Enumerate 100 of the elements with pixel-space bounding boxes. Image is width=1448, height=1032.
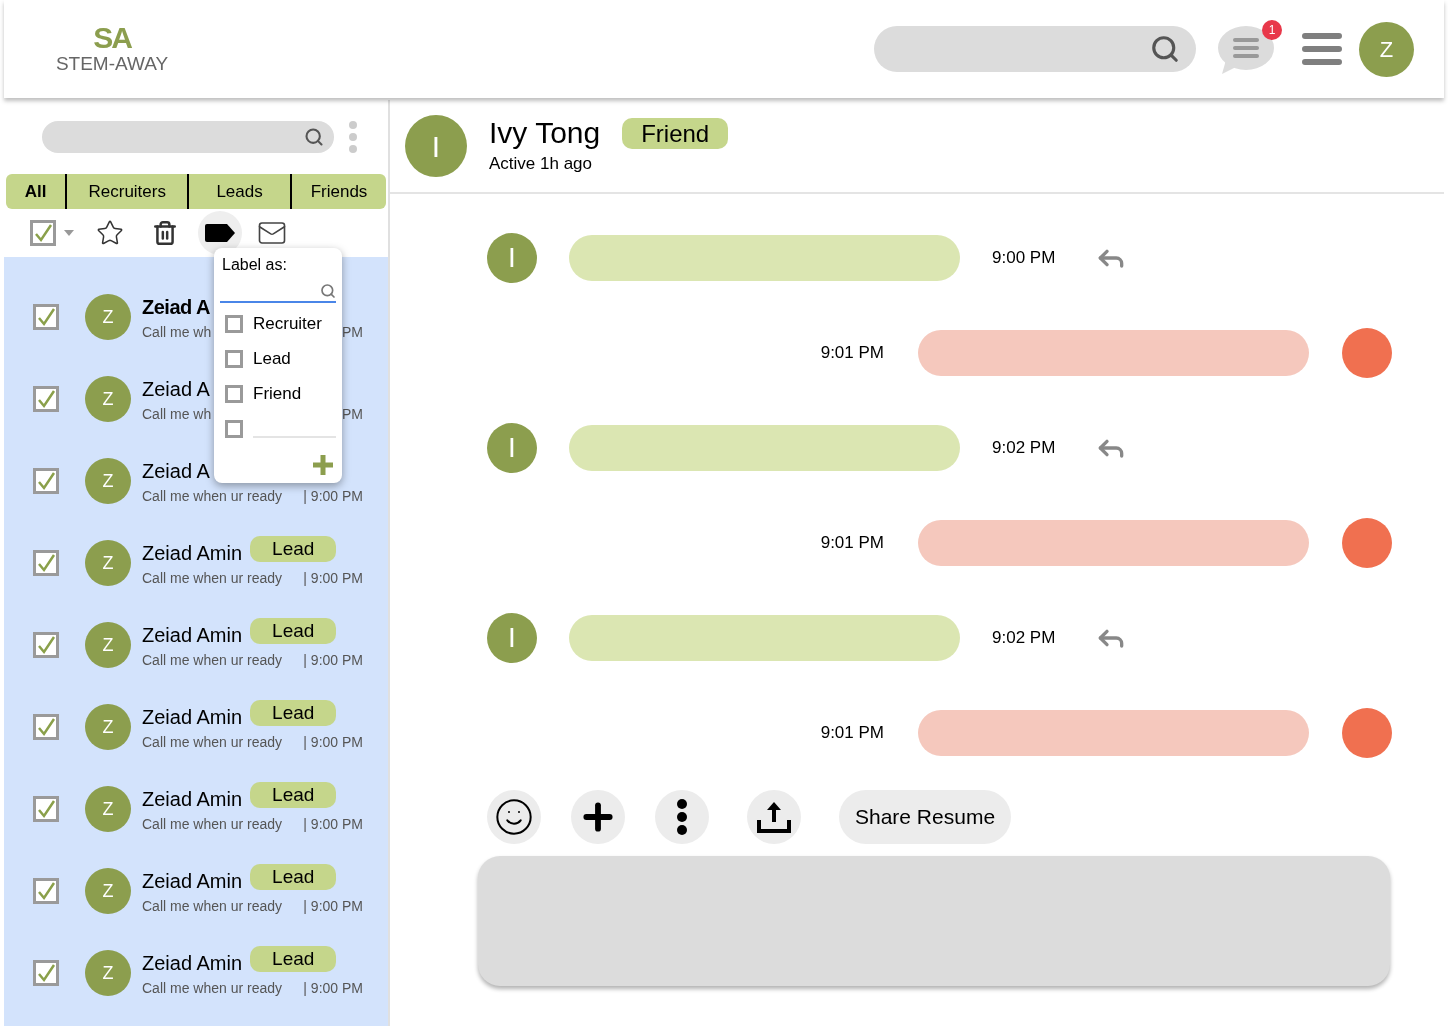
message-time: | 9:00 PM	[303, 896, 363, 916]
label-tag: Lead	[250, 945, 337, 972]
label-tag: Lead	[250, 863, 337, 890]
contact-name: Zeiad A	[142, 376, 210, 402]
filter-tab[interactable]: Recruiters	[65, 174, 188, 209]
contact-name: Zeiad A	[142, 458, 210, 484]
filter-tab[interactable]: Leads	[187, 174, 290, 209]
add-button[interactable]	[571, 790, 625, 844]
contact-name: Zeiad Amin	[142, 540, 243, 566]
message-preview: Call me wh	[142, 404, 212, 424]
conversation-search-field[interactable]	[42, 121, 334, 153]
user-avatar	[1342, 518, 1392, 568]
message-time: | 9:00 PM	[303, 568, 363, 588]
checkbox[interactable]	[33, 632, 59, 658]
more-button[interactable]	[655, 790, 709, 844]
more-icon	[676, 798, 688, 836]
avatar: Z	[85, 704, 131, 750]
checkbox[interactable]	[33, 468, 59, 494]
active-status: Active 1h ago	[489, 153, 593, 176]
message-time: 9:01 PM	[820, 342, 884, 365]
checkbox[interactable]	[30, 220, 56, 246]
label-tag: Lead	[250, 781, 337, 808]
message-time: 9:00 PM	[992, 247, 1056, 270]
contact-name: Zeiad Amin	[142, 704, 243, 730]
message-preview: Call me when ur ready	[142, 650, 283, 670]
checkbox[interactable]	[33, 304, 59, 330]
label-button[interactable]	[198, 211, 242, 255]
contact-name: Zeiad A	[142, 294, 210, 320]
avatar: Z	[85, 376, 131, 422]
chat-icon[interactable]	[1218, 24, 1276, 74]
label-option[interactable]: Recruiter	[253, 311, 322, 337]
checkbox[interactable]	[33, 878, 59, 904]
upload-icon	[756, 800, 792, 834]
label-tag: Lead	[250, 617, 337, 644]
label-tag: Friend	[622, 117, 729, 149]
star-icon[interactable]	[96, 219, 124, 247]
filter-tab[interactable]: Friends	[290, 174, 386, 209]
message-time: PM	[342, 404, 363, 424]
user-avatar	[1342, 328, 1392, 378]
message-preview: Call me when ur ready	[142, 978, 283, 998]
menu-title: Label as:	[221, 255, 288, 275]
message-preview: Call me when ur ready	[142, 814, 283, 834]
label-option[interactable]: Lead	[253, 346, 291, 372]
message-time: | 9:00 PM	[303, 486, 363, 506]
search-icon	[320, 283, 336, 299]
user-avatar	[1342, 708, 1392, 758]
message-input[interactable]	[478, 856, 1390, 986]
message-time: | 9:00 PM	[303, 814, 363, 834]
smile-icon	[494, 797, 534, 837]
avatar: Z	[1359, 21, 1414, 77]
search-field[interactable]	[874, 26, 1196, 72]
avatar: I	[405, 115, 467, 177]
message-time: 9:01 PM	[820, 722, 884, 745]
message-time: | 9:00 PM	[303, 732, 363, 752]
contact-name: Zeiad Amin	[142, 622, 243, 648]
checkbox[interactable]	[33, 960, 59, 986]
label-option[interactable]: Friend	[253, 381, 302, 407]
checkbox[interactable]	[225, 315, 243, 333]
tag-icon	[205, 224, 235, 242]
checkbox[interactable]	[33, 386, 59, 412]
message-time: 9:02 PM	[992, 627, 1056, 650]
caret-icon[interactable]	[64, 230, 74, 236]
avatar: Z	[85, 786, 131, 832]
label-tag: Lead	[250, 535, 337, 562]
avatar: Z	[85, 622, 131, 668]
message-preview: Call me when ur ready	[142, 896, 283, 916]
search-icon	[304, 127, 324, 147]
message-preview: Call me when ur ready	[142, 732, 283, 752]
message-time: PM	[342, 322, 363, 342]
message-preview: Call me when ur ready	[142, 568, 283, 588]
message-time: 9:01 PM	[820, 532, 884, 555]
contact-name: Zeiad Amin	[142, 786, 243, 812]
checkbox[interactable]	[33, 714, 59, 740]
add-icon[interactable]	[312, 454, 334, 476]
menu-icon[interactable]	[1302, 32, 1342, 66]
checkbox[interactable]	[33, 796, 59, 822]
share-resume-button[interactable]: Share Resume	[839, 790, 1012, 844]
contact-name: Zeiad Amin	[142, 868, 243, 894]
avatar: I	[487, 233, 537, 283]
checkbox[interactable]	[225, 350, 243, 368]
trash-icon[interactable]	[152, 219, 178, 247]
avatar: Z	[85, 950, 131, 996]
avatar: Z	[85, 294, 131, 340]
avatar: I	[487, 613, 537, 663]
contact-name: Zeiad Amin	[142, 950, 243, 976]
message-time: | 9:00 PM	[303, 978, 363, 998]
contact-name: Ivy Tong	[489, 115, 601, 152]
notification-badge: 1	[1262, 20, 1282, 40]
label-search-field[interactable]	[220, 281, 336, 303]
logo-mark: SA	[93, 23, 131, 53]
message-preview: Call me when ur ready	[142, 486, 283, 506]
message-preview: Call me wh	[142, 322, 212, 342]
filter-tab[interactable]: All	[6, 174, 66, 209]
avatar: I	[487, 423, 537, 473]
checkbox[interactable]	[225, 385, 243, 403]
avatar: Z	[85, 540, 131, 586]
message-time: | 9:00 PM	[303, 650, 363, 670]
checkbox[interactable]	[33, 550, 59, 576]
checkbox[interactable]	[225, 420, 243, 438]
more-icon[interactable]	[348, 120, 358, 154]
